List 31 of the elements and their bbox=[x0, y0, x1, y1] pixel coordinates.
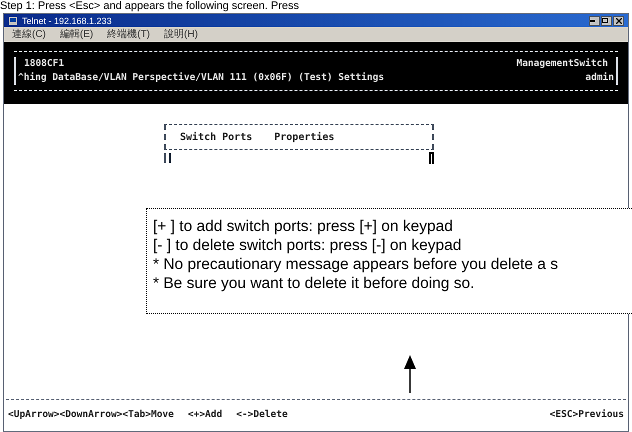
close-button[interactable] bbox=[613, 16, 624, 26]
product-name: ManagementSwitch bbox=[516, 57, 608, 71]
user-name: admin bbox=[585, 71, 614, 85]
callout-line: [- ] to delete switch ports: press [-] on keypad bbox=[153, 236, 462, 255]
key-hint: <ESC>Previous bbox=[550, 408, 624, 422]
device-name: 1808CF1 bbox=[24, 57, 64, 71]
maximize-button[interactable] bbox=[601, 16, 612, 26]
key-hint: <UpArrow><DownArrow><Tab>Move bbox=[8, 408, 174, 422]
cursor-bar bbox=[164, 153, 166, 163]
terminal-icon bbox=[8, 16, 18, 26]
menu-item[interactable]: 編輯(E) bbox=[60, 28, 94, 40]
callout-line: * No precautionary message appears before you delete a s bbox=[153, 255, 559, 274]
cursor-bar bbox=[169, 153, 171, 163]
key-hint: <+>Add bbox=[188, 408, 222, 422]
menu-item[interactable]: 說明(H) bbox=[164, 28, 198, 40]
menu-path: ^hing DataBase/VLAN Perspective/VLAN 111 (0x06F) (Test) Settings bbox=[18, 71, 384, 85]
callout-line: [+ ] to add switch ports: press [+] on keypad bbox=[153, 217, 454, 236]
minimize-icon bbox=[590, 20, 595, 22]
key-hint: <->Delete bbox=[236, 408, 288, 422]
menu-item[interactable]: 連線(C) bbox=[12, 28, 46, 40]
cursor-block bbox=[429, 152, 434, 164]
callout-line: * Be sure you want to delete it before doing so. bbox=[153, 274, 476, 293]
maximize-icon bbox=[602, 18, 608, 23]
close-icon bbox=[616, 18, 622, 24]
up-arrow bbox=[404, 355, 416, 393]
window-title: Telnet - 192.168.1.233 bbox=[22, 16, 112, 26]
column-header: Switch Ports bbox=[180, 130, 252, 144]
menu-item[interactable]: 終端機(T) bbox=[107, 28, 150, 40]
column-header: Properties bbox=[274, 130, 334, 144]
minimize-button[interactable] bbox=[589, 16, 600, 26]
caption-text: Step 1: Press <Esc> and appears the following screen. Press bbox=[0, 0, 299, 13]
